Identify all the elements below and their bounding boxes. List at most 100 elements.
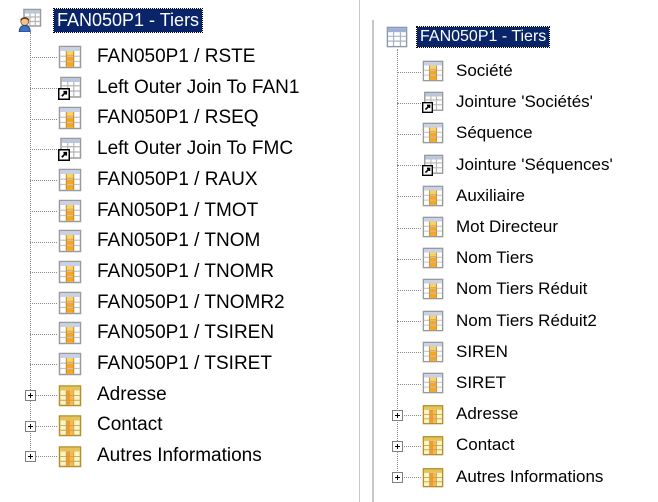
- tree-item-label: Société: [456, 61, 513, 80]
- tree-item[interactable]: Left Outer Join To FMC: [58, 134, 296, 164]
- tree-item[interactable]: Société: [422, 56, 516, 86]
- tree-item[interactable]: Jointure 'Sociétés': [422, 87, 596, 117]
- tree-root-label: FAN050P1 - Tiers: [52, 7, 204, 33]
- tree-item-label: FAN050P1 / TSIRET: [97, 353, 272, 374]
- folder-table-icon: [422, 466, 444, 488]
- tree-item-label: Adresse: [456, 404, 519, 424]
- tree-item[interactable]: Mot Directeur: [422, 212, 561, 242]
- expand-plus-icon[interactable]: [25, 451, 36, 463]
- tree-branch-line: [30, 241, 57, 243]
- folder-table-icon: [422, 434, 444, 456]
- tree-item[interactable]: SIREN: [422, 337, 511, 367]
- tree-item-label: FAN050P1 / TNOMR2: [97, 291, 285, 313]
- tree-item[interactable]: FAN050P1 / TNOMR: [58, 257, 277, 287]
- table-column-icon: [422, 310, 444, 332]
- tree-branch-line: [30, 118, 57, 120]
- tree-item[interactable]: Left Outer Join To FAN1: [58, 73, 302, 103]
- tree-item[interactable]: FAN050P1 / TSIRET: [58, 349, 275, 379]
- table-user-icon: [18, 8, 42, 33]
- tree-item[interactable]: FAN050P1 / TMOT: [58, 196, 261, 226]
- tree-branch-line: [30, 180, 57, 182]
- table-column-icon: [422, 372, 444, 394]
- tree-item-label: Autres Informations: [456, 466, 604, 486]
- expand-plus-icon[interactable]: [392, 409, 403, 421]
- tree-item-label: Jointure 'Sociétés': [456, 92, 593, 112]
- tree-item[interactable]: Nom Tiers: [422, 243, 536, 273]
- tree-item-label: FAN050P1 / RSTE: [97, 46, 256, 67]
- table-grid-icon: [386, 26, 408, 48]
- tree-item[interactable]: Adresse: [422, 399, 521, 429]
- join-icon: [422, 154, 444, 176]
- tree-item[interactable]: Séquence: [422, 118, 536, 148]
- tree-branch-line: [30, 210, 57, 212]
- tree-root-node[interactable]: FAN050P1 - Tiers: [386, 22, 551, 52]
- tree-item-label: FAN050P1 / TNOM: [97, 230, 261, 252]
- tree-item[interactable]: FAN050P1 / TSIREN: [58, 318, 277, 348]
- expand-plus-icon[interactable]: [392, 441, 403, 452]
- expand-plus-icon[interactable]: [25, 420, 36, 432]
- tree-item-label: Left Outer Join To FMC: [97, 138, 294, 160]
- tree-root-node[interactable]: FAN050P1 - Tiers: [18, 5, 204, 35]
- tree-item-label: Séquence: [456, 123, 533, 143]
- tree-item[interactable]: Adresse: [58, 380, 170, 410]
- tree-item-label: Contact: [97, 414, 163, 436]
- tree-item-label: Left Outer Join To FAN1: [97, 76, 300, 98]
- tree-item-label: Adresse: [97, 383, 167, 405]
- tree-item[interactable]: FAN050P1 / RAUX: [58, 165, 261, 195]
- tree-item[interactable]: Nom Tiers Réduit: [422, 274, 590, 304]
- tree-item-label: Auxiliaire: [456, 185, 525, 205]
- table-column-icon: [58, 260, 82, 284]
- tree-item[interactable]: Nom Tiers Réduit2: [422, 306, 600, 336]
- tree-item-label: Nom Tiers: [456, 248, 534, 268]
- tree-item[interactable]: Auxiliaire: [422, 181, 528, 211]
- tree-branch-line: [397, 102, 421, 104]
- tree-branch-line: [30, 302, 57, 304]
- expand-plus-icon[interactable]: [25, 390, 36, 402]
- tree-item[interactable]: Autres Informations: [58, 441, 265, 471]
- tree-item-label: Mot Directeur: [456, 217, 559, 236]
- table-column-icon: [422, 185, 444, 207]
- tree-item[interactable]: Contact: [58, 410, 165, 440]
- table-column-icon: [58, 229, 82, 253]
- tree-item-label: FAN050P1 / RSEQ: [97, 107, 259, 129]
- folder-table-icon: [58, 413, 82, 437]
- tree-item[interactable]: FAN050P1 / RSTE: [58, 42, 258, 72]
- tree-branch-line: [397, 134, 421, 135]
- tree-item[interactable]: Jointure 'Séquences': [422, 150, 616, 180]
- table-column-icon: [58, 168, 82, 192]
- table-column-icon: [422, 341, 444, 363]
- table-column-icon: [422, 60, 444, 82]
- table-column-icon: [422, 247, 444, 269]
- tree-item-label: Contact: [456, 435, 515, 455]
- tree-item[interactable]: Autres Informations: [422, 462, 606, 492]
- tree-branch-line: [397, 352, 421, 354]
- tree-item[interactable]: FAN050P1 / TNOM: [58, 226, 263, 256]
- tree-item-label: Nom Tiers Réduit2: [456, 310, 597, 330]
- tree-branch-line: [397, 321, 421, 323]
- table-column-icon: [422, 122, 444, 144]
- tree-item-label: FAN050P1 / TNOMR: [97, 260, 275, 282]
- tree-branch-line: [397, 71, 421, 73]
- tree-item[interactable]: SIRET: [422, 368, 509, 398]
- tree-item-label: FAN050P1 / TSIREN: [97, 322, 275, 344]
- tree-root-label: FAN050P1 - Tiers: [415, 26, 551, 48]
- tree-branch-line: [30, 272, 57, 274]
- tree-item-label: SIREN: [456, 341, 508, 361]
- tree-item-label: Jointure 'Séquences': [456, 154, 613, 174]
- table-column-icon: [58, 291, 82, 315]
- tree-item-label: SIRET: [456, 373, 507, 392]
- tree-branch-line: [397, 383, 421, 385]
- tree-branch-line: [397, 196, 421, 198]
- expand-plus-icon[interactable]: [392, 472, 403, 484]
- tree-branch-line: [397, 165, 421, 167]
- join-icon: [58, 76, 82, 100]
- table-column-icon: [58, 352, 82, 376]
- table-column-icon: [58, 321, 82, 345]
- tree-branch-line: [397, 258, 421, 260]
- folder-table-icon: [422, 403, 444, 425]
- tree-item[interactable]: FAN050P1 / RSEQ: [58, 103, 262, 133]
- tree-item[interactable]: Contact: [422, 430, 518, 460]
- tree-item[interactable]: FAN050P1 / TNOMR2: [58, 288, 288, 318]
- tree-item-label: FAN050P1 / RAUX: [97, 168, 258, 190]
- folder-table-icon: [58, 383, 82, 407]
